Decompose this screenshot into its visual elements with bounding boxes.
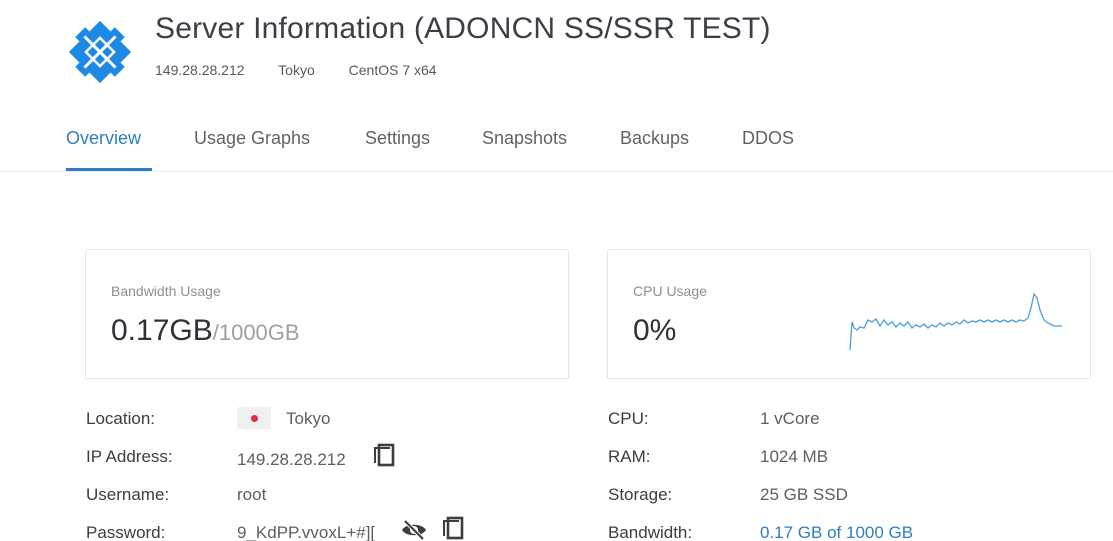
password-label: Password: xyxy=(86,523,166,541)
bandwidth-label: Bandwidth: xyxy=(608,523,693,541)
cpu-usage-label: CPU Usage xyxy=(633,283,707,299)
logo-icon xyxy=(68,20,132,84)
storage-value: 25 GB SSD xyxy=(760,485,848,504)
cpu-sparkline xyxy=(849,292,1062,351)
active-tab-indicator xyxy=(66,168,152,171)
copy-icon[interactable] xyxy=(371,441,397,469)
cpu-value: 1 vCore xyxy=(760,409,820,428)
cpu-usage-value: 0% xyxy=(633,314,677,347)
server-os: CentOS 7 x64 xyxy=(348,62,437,78)
cpu-label: CPU: xyxy=(608,409,649,428)
ip-address-label: IP Address: xyxy=(86,447,173,466)
username-value: root xyxy=(237,485,267,504)
server-meta: 149.28.28.212 Tokyo CentOS 7 x64 xyxy=(155,62,467,78)
tab-snapshots[interactable]: Snapshots xyxy=(482,128,567,149)
storage-label: Storage: xyxy=(608,485,673,504)
tab-ddos[interactable]: DDOS xyxy=(742,128,794,149)
japan-flag-icon xyxy=(237,407,271,429)
bandwidth-value-link[interactable]: 0.17 GB of 1000 GB xyxy=(760,523,913,541)
bandwidth-usage-value: 0.17GB/1000GB xyxy=(111,314,300,348)
location-value: Tokyo xyxy=(286,409,331,428)
tab-settings[interactable]: Settings xyxy=(365,128,430,149)
bandwidth-usage-card: Bandwidth Usage 0.17GB/1000GB xyxy=(85,249,569,379)
tab-backups[interactable]: Backups xyxy=(620,128,689,149)
bandwidth-total: /1000GB xyxy=(212,320,300,345)
tab-overview[interactable]: Overview xyxy=(66,128,141,149)
eye-slash-icon[interactable] xyxy=(400,519,428,541)
page-title: Server Information (ADONCN SS/SSR TEST) xyxy=(155,12,771,45)
server-location: Tokyo xyxy=(278,62,315,78)
cpu-usage-card: CPU Usage 0% xyxy=(607,249,1091,379)
bandwidth-used: 0.17GB xyxy=(111,314,213,347)
copy-icon[interactable] xyxy=(440,514,466,541)
server-ip: 149.28.28.212 xyxy=(155,62,245,78)
username-label: Username: xyxy=(86,485,170,504)
ip-address-value: 149.28.28.212 xyxy=(237,450,346,469)
ram-label: RAM: xyxy=(608,447,651,466)
location-label: Location: xyxy=(86,409,155,428)
password-value: 9_KdPP.vvoxL+#][ xyxy=(237,523,376,541)
bandwidth-usage-label: Bandwidth Usage xyxy=(111,283,221,299)
tab-usage-graphs[interactable]: Usage Graphs xyxy=(194,128,310,149)
ram-value: 1024 MB xyxy=(760,447,829,466)
tab-bar: Overview Usage Graphs Settings Snapshots… xyxy=(0,126,1113,172)
